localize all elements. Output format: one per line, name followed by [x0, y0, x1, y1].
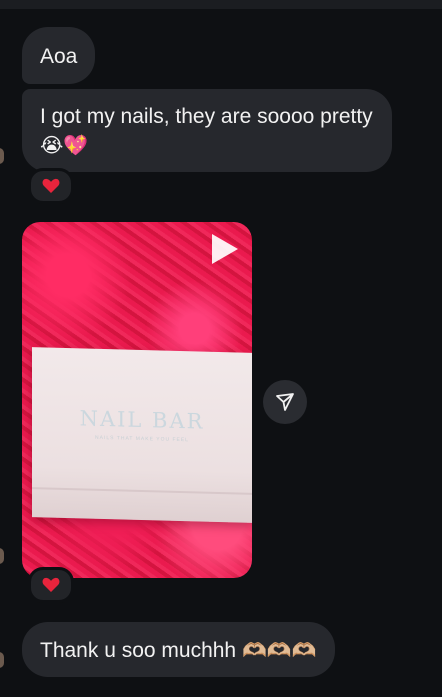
message-text: Aoa	[40, 45, 78, 68]
message-emojis: 😭💖	[40, 133, 89, 157]
video-message[interactable]: NAIL BAR NAILS THAT MAKE YOU FEEL	[22, 222, 252, 578]
sender-avatar-edge	[0, 148, 4, 164]
share-button[interactable]	[263, 380, 307, 424]
nail-bar-box: NAIL BAR NAILS THAT MAKE YOU FEEL	[32, 347, 252, 523]
message-text: Thank u soo muchhh	[40, 639, 237, 662]
message-emojis: 🫶🏼🫶🏼🫶🏼	[241, 638, 317, 662]
message-bubble-nails[interactable]: I got my nails, they are soooo pretty 😭💖	[22, 89, 392, 172]
heart-reaction[interactable]	[28, 567, 74, 603]
play-icon[interactable]	[212, 234, 238, 264]
box-brand: NAIL BAR	[79, 406, 205, 434]
heart-icon	[42, 178, 60, 193]
heart-reaction[interactable]	[28, 168, 74, 204]
sender-avatar-edge	[0, 548, 4, 564]
top-bar-edge	[0, 0, 442, 9]
message-bubble-greeting[interactable]: Aoa	[22, 27, 96, 84]
box-subtitle: NAILS THAT MAKE YOU FEEL	[95, 434, 189, 444]
heart-icon	[42, 577, 60, 592]
message-text: I got my nails, they are soooo pretty	[40, 105, 373, 128]
chat-screen: Aoa I got my nails, they are soooo prett…	[0, 0, 442, 697]
share-send-icon	[276, 393, 294, 411]
message-bubble-thanks[interactable]: Thank u soo muchhh 🫶🏼🫶🏼🫶🏼	[22, 622, 335, 677]
sender-avatar-edge	[0, 652, 4, 668]
box-lid-edge	[32, 487, 252, 495]
